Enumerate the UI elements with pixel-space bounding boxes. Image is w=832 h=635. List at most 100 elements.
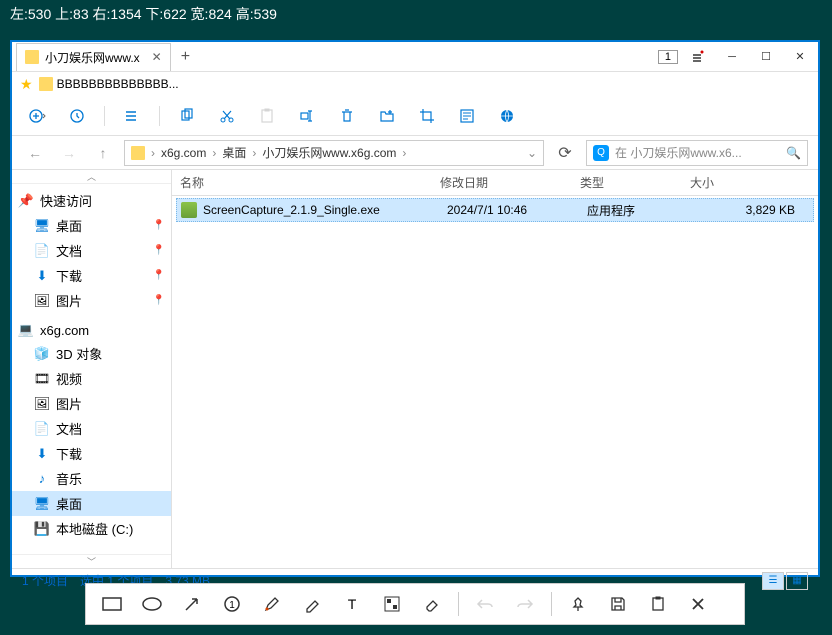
sidebar-videos[interactable]: 🎞视频 bbox=[12, 366, 171, 391]
back-button[interactable]: ← bbox=[22, 140, 48, 166]
copy-button[interactable] bbox=[170, 102, 204, 130]
col-size[interactable]: 大小 bbox=[682, 174, 818, 191]
col-date[interactable]: 修改日期 bbox=[432, 174, 572, 191]
undo-button[interactable] bbox=[467, 588, 503, 620]
save-button[interactable] bbox=[600, 588, 636, 620]
svg-text:1: 1 bbox=[229, 600, 235, 611]
pin-icon: 📍 bbox=[153, 245, 165, 256]
address-bar[interactable]: › x6g.com › 桌面 › 小刀娱乐网www.x6g.com › ⌄ bbox=[124, 140, 544, 166]
sidebar-desktop[interactable]: 🖥桌面📍 bbox=[12, 213, 171, 238]
sidebar-desktop-2[interactable]: 🖥桌面 bbox=[12, 491, 171, 516]
breadcrumb-3[interactable]: 小刀娱乐网www.x6g.com bbox=[262, 144, 396, 161]
cut-button[interactable] bbox=[210, 102, 244, 130]
up-button[interactable]: ↑ bbox=[90, 140, 116, 166]
music-icon: ♪ bbox=[34, 471, 50, 487]
view-details-button[interactable]: ☰ bbox=[762, 572, 784, 590]
explorer-window: 小刀娱乐网www.x ✕ + 1 ─ ☐ ✕ ★ BBBBBBBBBBBBBB.… bbox=[10, 40, 820, 577]
list-button[interactable] bbox=[115, 102, 149, 130]
refresh-button[interactable]: ⟳ bbox=[552, 143, 578, 163]
paste-button[interactable] bbox=[250, 102, 284, 130]
arrow-tool[interactable] bbox=[174, 588, 210, 620]
rename-button[interactable] bbox=[290, 102, 324, 130]
annotation-toolbar: 1 T bbox=[85, 583, 745, 625]
search-box[interactable]: Q 在 小刀娱乐网www.x6... 🔍 bbox=[586, 140, 808, 166]
number-tool[interactable]: 1 bbox=[214, 588, 250, 620]
exe-icon bbox=[181, 202, 197, 218]
crop-button[interactable] bbox=[410, 102, 444, 130]
col-type[interactable]: 类型 bbox=[572, 174, 682, 191]
history-button[interactable] bbox=[60, 102, 94, 130]
status-items: 1 个项目 bbox=[22, 572, 68, 589]
file-list: 名称 修改日期 类型 大小 ScreenCapture_2.1.9_Single… bbox=[172, 170, 818, 568]
drive-icon: 💾 bbox=[34, 521, 50, 537]
menu-button[interactable] bbox=[684, 46, 712, 68]
pin-button[interactable] bbox=[560, 588, 596, 620]
forward-button[interactable]: → bbox=[56, 140, 82, 166]
bookmark-bar: ★ BBBBBBBBBBBBBB... bbox=[12, 72, 818, 96]
desktop-icon: 🖥 bbox=[34, 218, 50, 234]
maximize-button[interactable]: ☐ bbox=[752, 46, 780, 68]
sidebar-downloads-2[interactable]: ⬇下载 bbox=[12, 441, 171, 466]
address-dropdown[interactable]: ⌄ bbox=[527, 146, 537, 160]
col-name[interactable]: 名称 bbox=[172, 174, 432, 191]
file-type: 应用程序 bbox=[587, 202, 697, 219]
video-icon: 🎞 bbox=[34, 371, 50, 387]
minimize-button[interactable]: ─ bbox=[718, 46, 746, 68]
folder-icon bbox=[25, 50, 39, 64]
pin-icon: 📍 bbox=[153, 295, 165, 306]
bookmark-item[interactable]: BBBBBBBBBBBBBB... bbox=[39, 77, 179, 91]
pictures-icon: 🖼 bbox=[34, 293, 50, 309]
sidebar-3d-objects[interactable]: 🧊3D 对象 bbox=[12, 341, 171, 366]
newfolder-button[interactable] bbox=[370, 102, 404, 130]
download-icon: ⬇ bbox=[34, 268, 50, 284]
view-icons-button[interactable]: ▦ bbox=[786, 572, 808, 590]
sidebar-quick-access[interactable]: 📌快速访问 bbox=[12, 188, 171, 213]
sidebar-c-drive[interactable]: 💾本地磁盘 (C:) bbox=[12, 516, 171, 541]
tab-title: 小刀娱乐网www.x bbox=[45, 49, 140, 66]
address-row: ← → ↑ › x6g.com › 桌面 › 小刀娱乐网www.x6g.com … bbox=[12, 136, 818, 170]
scroll-down-button[interactable]: ﹀ bbox=[12, 554, 171, 568]
folder-icon bbox=[131, 146, 145, 160]
mosaic-tool[interactable] bbox=[374, 588, 410, 620]
tab-active[interactable]: 小刀娱乐网www.x ✕ bbox=[16, 43, 171, 71]
sidebar-music[interactable]: ♪音乐 bbox=[12, 466, 171, 491]
web-button[interactable] bbox=[490, 102, 524, 130]
search-placeholder: 在 小刀娱乐网www.x6... bbox=[615, 144, 742, 161]
breadcrumb-1[interactable]: x6g.com bbox=[161, 146, 206, 160]
scroll-up-button[interactable]: ︿ bbox=[12, 170, 171, 184]
document-icon: 📄 bbox=[34, 421, 50, 437]
file-name: ScreenCapture_2.1.9_Single.exe bbox=[203, 203, 447, 217]
sidebar-thispc[interactable]: 💻x6g.com bbox=[12, 319, 171, 341]
redo-button[interactable] bbox=[507, 588, 543, 620]
file-row[interactable]: ScreenCapture_2.1.9_Single.exe 2024/7/1 … bbox=[176, 198, 814, 222]
pin-icon: 📌 bbox=[18, 193, 34, 209]
eraser-tool[interactable] bbox=[414, 588, 450, 620]
new-tab-button[interactable]: + bbox=[171, 48, 200, 66]
highlighter-tool[interactable] bbox=[294, 588, 330, 620]
sidebar-pictures-2[interactable]: 🖼图片 bbox=[12, 391, 171, 416]
close-toolbar-button[interactable] bbox=[680, 588, 716, 620]
sidebar-documents[interactable]: 📄文档📍 bbox=[12, 238, 171, 263]
copy-clipboard-button[interactable] bbox=[640, 588, 676, 620]
tab-close-button[interactable]: ✕ bbox=[152, 50, 162, 64]
pc-icon: 💻 bbox=[18, 322, 34, 338]
sidebar-downloads[interactable]: ⬇下载📍 bbox=[12, 263, 171, 288]
close-button[interactable]: ✕ bbox=[786, 46, 814, 68]
ellipse-tool[interactable] bbox=[134, 588, 170, 620]
coord-overlay: 左:530 上:83 右:1354 下:622 宽:824 高:539 bbox=[10, 4, 277, 24]
pen-tool[interactable] bbox=[254, 588, 290, 620]
delete-button[interactable] bbox=[330, 102, 364, 130]
pictures-icon: 🖼 bbox=[34, 396, 50, 412]
star-icon[interactable]: ★ bbox=[20, 76, 33, 93]
sidebar-documents-2[interactable]: 📄文档 bbox=[12, 416, 171, 441]
svg-text:T: T bbox=[348, 596, 357, 612]
properties-button[interactable] bbox=[450, 102, 484, 130]
sidebar-pictures[interactable]: 🖼图片📍 bbox=[12, 288, 171, 313]
text-tool[interactable]: T bbox=[334, 588, 370, 620]
desktop-icon: 🖥 bbox=[34, 496, 50, 512]
bookmark-label: BBBBBBBBBBBBBB... bbox=[57, 77, 179, 91]
search-go-icon[interactable]: 🔍 bbox=[786, 146, 801, 160]
new-button[interactable] bbox=[20, 102, 54, 130]
rect-tool[interactable] bbox=[94, 588, 130, 620]
breadcrumb-2[interactable]: 桌面 bbox=[222, 144, 246, 161]
